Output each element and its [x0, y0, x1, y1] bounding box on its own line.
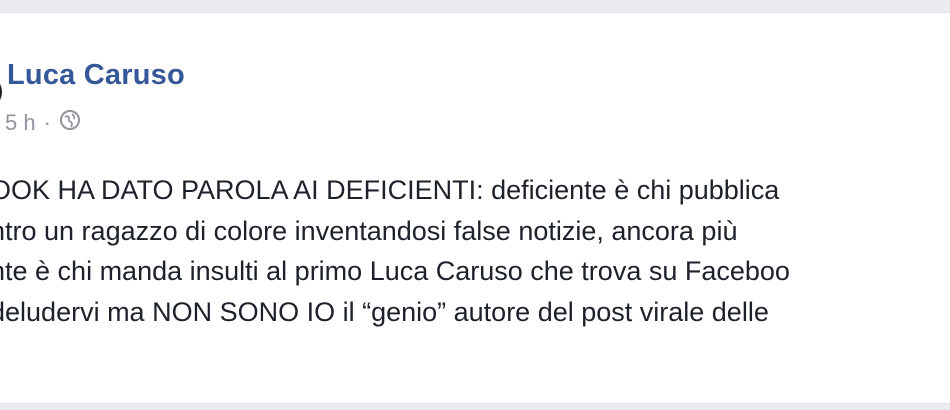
- meta-separator: ·: [43, 110, 51, 135]
- post-timestamp[interactable]: 5 h: [5, 110, 36, 136]
- post-text-line: deludervi ma NON SONO IO il “genio” auto…: [0, 296, 769, 327]
- post-card: Luca Caruso 5 h · OOK HA DATO PAROLA AI …: [0, 12, 950, 404]
- author-name-link[interactable]: Luca Caruso: [7, 59, 185, 92]
- post-meta: 5 h ·: [5, 109, 81, 137]
- post-text-line: ntro un ragazzo di colore inventandosi f…: [0, 215, 738, 246]
- globe-icon[interactable]: [59, 109, 81, 137]
- post-text-line: nte è chi manda insulti al primo Luca Ca…: [0, 256, 790, 286]
- post-text: OOK HA DATO PAROLA AI DEFICIENTI: defici…: [0, 170, 950, 332]
- avatar[interactable]: [0, 75, 2, 109]
- post-text-line: OOK HA DATO PAROLA AI DEFICIENTI: defici…: [0, 175, 780, 205]
